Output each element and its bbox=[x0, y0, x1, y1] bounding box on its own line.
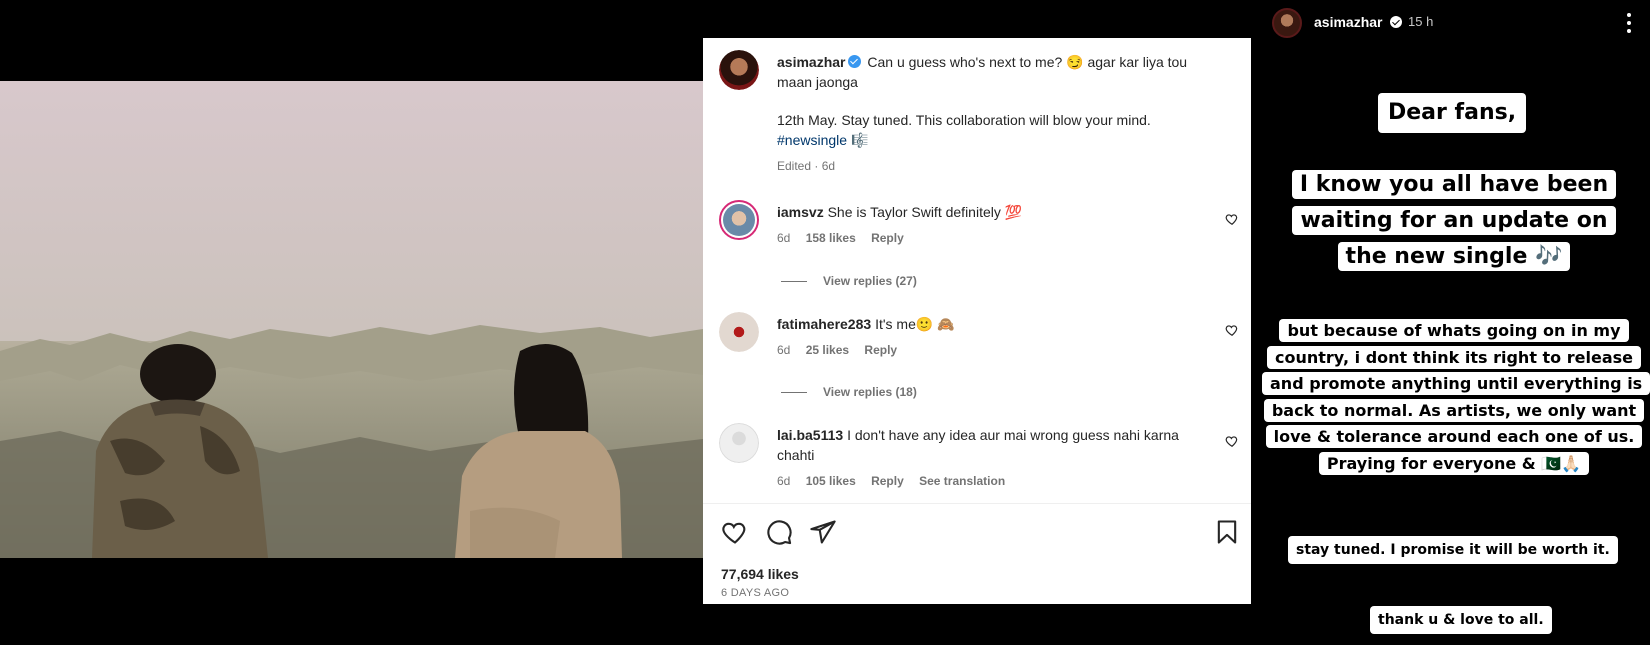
reply-button[interactable]: Reply bbox=[871, 231, 904, 245]
post-date: 6 DAYS AGO bbox=[721, 587, 790, 599]
story-text-sticker: stay tuned. I promise it will be worth i… bbox=[1288, 536, 1618, 564]
comment-text: It's me🙂 🙈 bbox=[875, 316, 955, 332]
comment-age: 6d bbox=[777, 343, 791, 357]
view-replies-label: View replies (27) bbox=[823, 274, 917, 288]
commenter-avatar[interactable] bbox=[719, 312, 759, 352]
story-text-sticker: but because of whats going on in my coun… bbox=[1262, 318, 1650, 477]
comment-age: 6d bbox=[777, 474, 791, 488]
view-replies-button[interactable]: View replies (27) bbox=[781, 274, 917, 288]
comment-username[interactable]: fatimahere283 bbox=[777, 316, 871, 332]
bookmark-icon[interactable] bbox=[1213, 518, 1241, 546]
comment-likes[interactable]: 105 likes bbox=[806, 474, 856, 488]
story-text-sticker: Dear fans, bbox=[1378, 93, 1527, 133]
story-avatar[interactable] bbox=[1272, 8, 1302, 38]
story-time: 15 h bbox=[1408, 14, 1434, 29]
comment-age: 6d bbox=[777, 231, 791, 245]
reply-button[interactable]: Reply bbox=[864, 343, 897, 357]
verified-badge-icon bbox=[848, 55, 862, 68]
story-text-sticker: I know you all have been waiting for an … bbox=[1284, 167, 1624, 275]
post-photo[interactable] bbox=[0, 81, 703, 558]
like-heart-icon[interactable] bbox=[721, 518, 749, 546]
comment-icon[interactable] bbox=[765, 518, 793, 546]
post-panel: asimazhar Can u guess who's next to me? … bbox=[703, 38, 1251, 604]
comment-username[interactable]: lai.ba5113 bbox=[777, 427, 843, 443]
hashtag-emoji: 🎼 bbox=[850, 132, 869, 148]
comment: lai.ba5113 I don't have any idea aur mai… bbox=[777, 425, 1197, 491]
story-username[interactable]: asimazhar bbox=[1314, 14, 1382, 30]
post-photo-scene bbox=[0, 81, 703, 558]
heart-icon[interactable] bbox=[1225, 212, 1239, 226]
divider bbox=[703, 503, 1251, 504]
comment-text: She is Taylor Swift definitely 💯 bbox=[827, 204, 1023, 220]
view-replies-button[interactable]: View replies (18) bbox=[781, 385, 917, 399]
story-text-sticker: thank u & love to all. bbox=[1370, 606, 1552, 634]
hashtag-link[interactable]: #newsingle bbox=[777, 132, 847, 148]
comment-username[interactable]: iamsvz bbox=[777, 204, 824, 220]
comment-likes[interactable]: 158 likes bbox=[806, 231, 856, 245]
verified-badge-icon bbox=[1390, 16, 1402, 28]
author-avatar[interactable] bbox=[719, 50, 759, 90]
comment: fatimahere283 It's me🙂 🙈 6d 25 likes Rep… bbox=[777, 314, 1197, 360]
commenter-avatar[interactable] bbox=[719, 423, 759, 463]
share-icon[interactable] bbox=[809, 518, 837, 546]
story-text: but because of whats going on in my coun… bbox=[1262, 319, 1650, 475]
caption-text-2: 12th May. Stay tuned. This collaboration… bbox=[777, 112, 1151, 128]
heart-icon[interactable] bbox=[1225, 434, 1239, 448]
heart-icon[interactable] bbox=[1225, 323, 1239, 337]
more-options-icon[interactable] bbox=[1626, 12, 1632, 34]
edited-label: Edited · 6d bbox=[777, 159, 836, 173]
comment-likes[interactable]: 25 likes bbox=[806, 343, 849, 357]
likes-count[interactable]: 77,694 likes bbox=[721, 566, 799, 582]
commenter-avatar[interactable] bbox=[719, 200, 759, 240]
replies-line bbox=[781, 392, 807, 394]
see-translation-button[interactable]: See translation bbox=[919, 474, 1005, 488]
story-text: I know you all have been waiting for an … bbox=[1291, 170, 1617, 271]
post-caption: asimazhar Can u guess who's next to me? … bbox=[777, 52, 1217, 176]
view-replies-label: View replies (18) bbox=[823, 385, 917, 399]
story-panel: asimazhar 15 h Dear fans, I know you all… bbox=[1258, 0, 1650, 645]
replies-line bbox=[781, 281, 807, 283]
comment: iamsvz She is Taylor Swift definitely 💯 … bbox=[777, 202, 1197, 248]
reply-button[interactable]: Reply bbox=[871, 474, 904, 488]
author-username[interactable]: asimazhar bbox=[777, 54, 845, 70]
